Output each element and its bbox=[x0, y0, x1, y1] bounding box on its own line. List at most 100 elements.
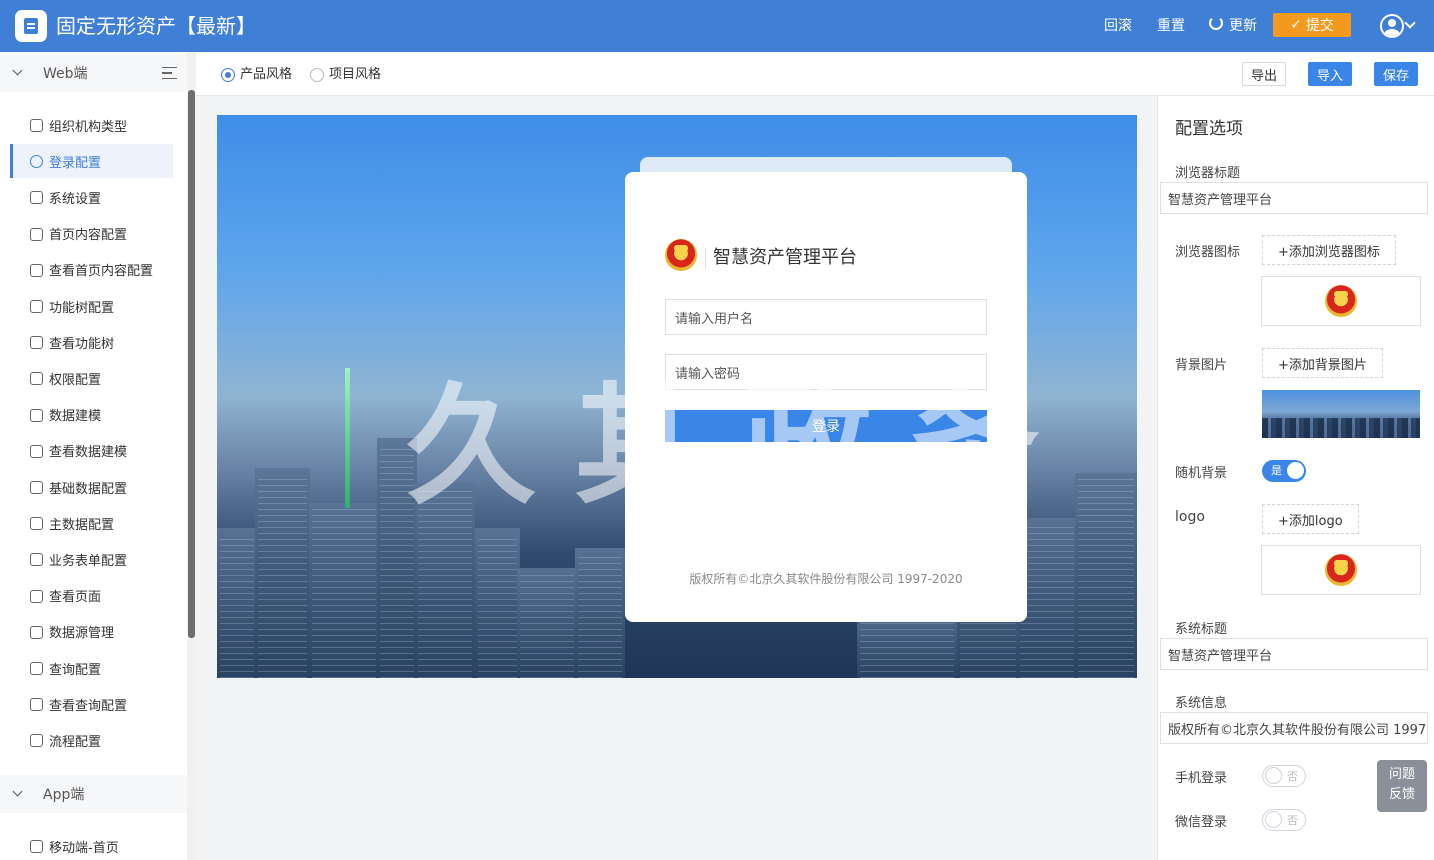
chevron-down-icon bbox=[12, 786, 23, 797]
sidebar-item-label: 登录配置 bbox=[49, 155, 102, 171]
sidebar-item-label: 主数据配置 bbox=[49, 517, 115, 533]
radio-product-style[interactable] bbox=[221, 68, 235, 82]
sidebar-item-mobile-home[interactable]: 移动端-首页 bbox=[10, 829, 173, 860]
wechat-login-label: 微信登录 bbox=[1175, 815, 1228, 830]
sidebar-item[interactable]: 查看页面 bbox=[10, 579, 173, 613]
sidebar-item[interactable]: 系统设置 bbox=[10, 180, 173, 214]
username-input[interactable]: 请输入用户名 bbox=[665, 299, 987, 335]
browser-title-label: 浏览器标题 bbox=[1175, 166, 1241, 181]
wechat-login-toggle[interactable]: 否 bbox=[1262, 809, 1306, 831]
sidebar-item[interactable]: 查看查询配置 bbox=[10, 687, 173, 721]
mobile-login-label: 手机登录 bbox=[1175, 771, 1228, 786]
sidebar-item[interactable]: 主数据配置 bbox=[10, 506, 173, 540]
query-icon bbox=[30, 662, 43, 675]
view-page-icon bbox=[30, 589, 43, 603]
app-logo-icon bbox=[15, 10, 47, 42]
sidebar-item-label: 查看数据建模 bbox=[49, 445, 128, 461]
logo-label: logo bbox=[1175, 509, 1205, 525]
config-title: 配置选项 bbox=[1175, 119, 1243, 139]
view-query-icon bbox=[30, 698, 43, 712]
org-tree-icon bbox=[30, 119, 43, 132]
sidebar-item[interactable]: 登录配置 bbox=[10, 144, 173, 179]
sidebar-item-label: 查看查询配置 bbox=[49, 698, 128, 714]
watermark: 久其政务 bbox=[406, 370, 1079, 522]
view-function-tree-icon bbox=[30, 336, 43, 350]
sidebar-item[interactable]: 流程配置 bbox=[10, 723, 173, 757]
sidebar-item[interactable]: 基础数据配置 bbox=[10, 470, 173, 504]
sidebar-item-label: 查看页面 bbox=[49, 590, 102, 606]
menu-fold-icon[interactable] bbox=[162, 67, 177, 79]
system-info-input[interactable]: 版权所有©北京久其软件股份有限公司 1997-2020 bbox=[1160, 712, 1428, 744]
feedback-label-line1: 问题 bbox=[1388, 767, 1415, 782]
system-title-input[interactable]: 智慧资产管理平台 bbox=[1160, 638, 1428, 670]
home-config-icon bbox=[30, 227, 43, 241]
submit-button[interactable]: ✓ 提交 bbox=[1273, 13, 1351, 37]
sidebar-group-label: Web端 bbox=[43, 66, 88, 82]
national-emblem-icon bbox=[665, 239, 697, 271]
login-icon bbox=[30, 155, 43, 169]
config-panel: 配置选项 浏览器标题 智慧资产管理平台 浏览器图标 +添加浏览器图标 背景图片 … bbox=[1157, 96, 1434, 860]
radio-product-style-label[interactable]: 产品风格 bbox=[240, 66, 292, 84]
sidebar-item[interactable]: 首页内容配置 bbox=[10, 217, 173, 251]
radio-project-style-label[interactable]: 项目风格 bbox=[329, 66, 381, 84]
chevron-down-icon[interactable] bbox=[1404, 17, 1416, 29]
update-button[interactable]: 更新 bbox=[1229, 16, 1257, 36]
radio-project-style[interactable] bbox=[310, 68, 324, 82]
sidebar-item-label: 组织机构类型 bbox=[49, 119, 128, 135]
system-title-label: 系统标题 bbox=[1175, 622, 1228, 637]
sidebar-item[interactable]: 查看功能树 bbox=[10, 325, 173, 359]
top-header: 固定无形资产【最新】 回滚 重置 更新 ✓ 提交 bbox=[0, 0, 1434, 52]
export-button[interactable]: 导出 bbox=[1242, 62, 1286, 86]
toggle-knob bbox=[1265, 767, 1282, 784]
login-preview: 智慧资产管理平台 请输入用户名 请输入密码 登录 版权所有©北京久其软件股份有限… bbox=[217, 115, 1137, 678]
sidebar-item[interactable]: 功能树配置 bbox=[10, 289, 173, 323]
sidebar-item[interactable]: 查看首页内容配置 bbox=[10, 253, 173, 287]
sidebar-item[interactable]: 数据源管理 bbox=[10, 615, 173, 649]
sidebar-item-label: 数据建模 bbox=[49, 409, 102, 425]
bg-image-preview bbox=[1261, 389, 1421, 439]
toolbar: 产品风格 项目风格 导出 导入 保存 bbox=[196, 52, 1434, 96]
submit-label: 提交 bbox=[1305, 18, 1334, 34]
toggle-knob bbox=[1287, 462, 1304, 479]
import-button[interactable]: 导入 bbox=[1308, 62, 1352, 86]
sidebar-item-label: 业务表单配置 bbox=[49, 553, 128, 569]
view-data-model-icon bbox=[30, 444, 43, 458]
mobile-login-toggle[interactable]: 否 bbox=[1262, 765, 1306, 787]
user-avatar[interactable] bbox=[1380, 14, 1404, 38]
sidebar-group-app[interactable]: App端 bbox=[0, 775, 187, 813]
rollback-button[interactable]: 回滚 bbox=[1104, 16, 1132, 36]
add-bg-image-button[interactable]: +添加背景图片 bbox=[1262, 348, 1383, 378]
add-browser-icon-button[interactable]: +添加浏览器图标 bbox=[1262, 235, 1396, 265]
master-data-icon bbox=[30, 517, 43, 531]
sidebar-item[interactable]: 权限配置 bbox=[10, 361, 173, 395]
sidebar-scroll-thumb[interactable] bbox=[188, 90, 195, 638]
sidebar-item-label: 基础数据配置 bbox=[49, 481, 128, 497]
sidebar-item[interactable]: 查询配置 bbox=[10, 651, 173, 685]
base-data-icon bbox=[30, 481, 43, 494]
national-emblem-icon bbox=[1325, 554, 1357, 586]
sidebar-item-label: 首页内容配置 bbox=[49, 228, 128, 244]
sidebar-item[interactable]: 组织机构类型 bbox=[10, 108, 173, 142]
save-button[interactable]: 保存 bbox=[1374, 62, 1418, 86]
sidebar-item-label: 移动端-首页 bbox=[49, 840, 119, 856]
home-icon bbox=[30, 840, 43, 853]
toggle-state-label: 否 bbox=[1287, 814, 1298, 827]
reset-button[interactable]: 重置 bbox=[1157, 16, 1185, 36]
random-bg-toggle[interactable]: 是 bbox=[1262, 460, 1306, 482]
sidebar-item[interactable]: 业务表单配置 bbox=[10, 542, 173, 576]
sidebar-item-label: 数据源管理 bbox=[49, 626, 115, 642]
add-logo-button[interactable]: +添加logo bbox=[1262, 504, 1359, 534]
check-icon: ✓ bbox=[1290, 17, 1302, 33]
sidebar-group-web[interactable]: Web端 bbox=[0, 54, 187, 92]
toggle-knob bbox=[1265, 811, 1282, 828]
data-model-icon bbox=[30, 408, 43, 422]
browser-icon-label: 浏览器图标 bbox=[1175, 245, 1241, 260]
feedback-button[interactable]: 问题 反馈 bbox=[1377, 760, 1427, 812]
sidebar-item[interactable]: 数据建模 bbox=[10, 398, 173, 432]
form-icon bbox=[30, 553, 43, 567]
view-home-config-icon bbox=[30, 263, 43, 277]
sidebar-item[interactable]: 查看数据建模 bbox=[10, 434, 173, 468]
national-emblem-icon bbox=[1325, 285, 1357, 317]
browser-title-input[interactable]: 智慧资产管理平台 bbox=[1160, 182, 1428, 214]
copyright-text: 版权所有©北京久其软件股份有限公司 1997-2020 bbox=[689, 572, 963, 586]
